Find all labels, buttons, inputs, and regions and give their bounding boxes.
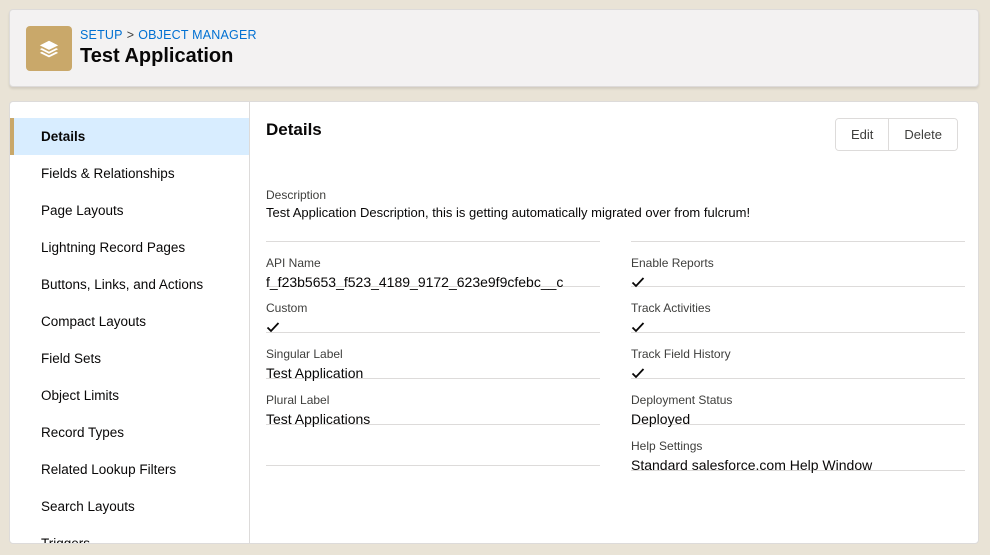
field-label: Custom	[266, 301, 308, 315]
sidebar-item-compact-layouts[interactable]: Compact Layouts	[10, 303, 249, 340]
field-label: Track Activities	[631, 301, 711, 315]
details-content: Details Edit Delete Description Test App…	[250, 102, 978, 543]
sidebar-item-page-layouts[interactable]: Page Layouts	[10, 192, 249, 229]
field-label: Plural Label	[266, 393, 330, 407]
checkmark-icon	[266, 322, 280, 333]
field-label: Track Field History	[631, 347, 731, 361]
main-panel: Details Fields & Relationships Page Layo…	[9, 101, 979, 544]
section-title: Details	[266, 120, 322, 139]
sidebar-item-record-types[interactable]: Record Types	[10, 414, 249, 451]
breadcrumb-separator: >	[126, 28, 135, 42]
sidebar-item-search-layouts[interactable]: Search Layouts	[10, 488, 249, 525]
page-header: SETUP > OBJECT MANAGER Test Application	[9, 9, 979, 87]
layers-icon	[39, 40, 59, 57]
field-label: Enable Reports	[631, 256, 714, 270]
field-help-settings: Help Settings Standard salesforce.com He…	[631, 425, 965, 473]
sidebar-item-object-limits[interactable]: Object Limits	[10, 377, 249, 414]
sidebar-item-lightning-record-pages[interactable]: Lightning Record Pages	[10, 229, 249, 266]
description-value: Test Application Description, this is ge…	[266, 205, 751, 220]
field-label: API Name	[266, 256, 321, 270]
sidebar-nav: Details Fields & Relationships Page Layo…	[10, 118, 249, 543]
field-deployment-status: Deployment Status Deployed	[631, 379, 965, 427]
checkmark-icon	[631, 277, 645, 288]
breadcrumb-setup[interactable]: SETUP	[80, 28, 123, 42]
field-enable-reports: Enable Reports	[631, 241, 965, 288]
sidebar-item-related-lookup-filters[interactable]: Related Lookup Filters	[10, 451, 249, 488]
breadcrumb-object-manager[interactable]: OBJECT MANAGER	[138, 28, 257, 42]
left-field-column: API Name f_f23b5653_f523_4189_9172_623e9…	[266, 241, 600, 466]
sidebar-item-field-sets[interactable]: Field Sets	[10, 340, 249, 377]
app-icon	[26, 26, 72, 71]
field-plural-label: Plural Label Test Applications	[266, 379, 600, 427]
field-api-name: API Name f_f23b5653_f523_4189_9172_623e9…	[266, 241, 600, 290]
sidebar-item-triggers[interactable]: Triggers	[10, 525, 249, 543]
right-field-column: Enable Reports Track Activities Track Fi…	[631, 241, 965, 473]
page-title: Test Application	[80, 45, 234, 67]
sidebar-item-fields-relationships[interactable]: Fields & Relationships	[10, 155, 249, 192]
checkmark-icon	[631, 322, 645, 333]
field-label: Singular Label	[266, 347, 343, 361]
sidebar-item-buttons-links-actions[interactable]: Buttons, Links, and Actions	[10, 266, 249, 303]
sidebar-item-details[interactable]: Details	[10, 118, 249, 155]
field-track-field-history: Track Field History	[631, 333, 965, 379]
edit-button[interactable]: Edit	[836, 119, 889, 150]
description-label: Description	[266, 188, 327, 202]
field-value: Standard salesforce.com Help Window	[631, 457, 873, 473]
checkmark-icon	[631, 368, 645, 379]
empty-field-slot	[266, 425, 600, 466]
field-label: Help Settings	[631, 439, 703, 453]
sidebar: Details Fields & Relationships Page Layo…	[10, 102, 250, 543]
delete-button[interactable]: Delete	[888, 119, 957, 150]
description-field: Description Test Application Description…	[266, 188, 956, 220]
field-singular-label: Singular Label Test Application	[266, 333, 600, 381]
field-value: f_f23b5653_f523_4189_9172_623e9f9cfebc__…	[266, 274, 564, 290]
field-track-activities: Track Activities	[631, 287, 965, 333]
action-button-group: Edit Delete	[835, 118, 958, 151]
field-label: Deployment Status	[631, 393, 733, 407]
breadcrumb: SETUP > OBJECT MANAGER	[80, 28, 257, 42]
field-custom: Custom	[266, 287, 600, 333]
